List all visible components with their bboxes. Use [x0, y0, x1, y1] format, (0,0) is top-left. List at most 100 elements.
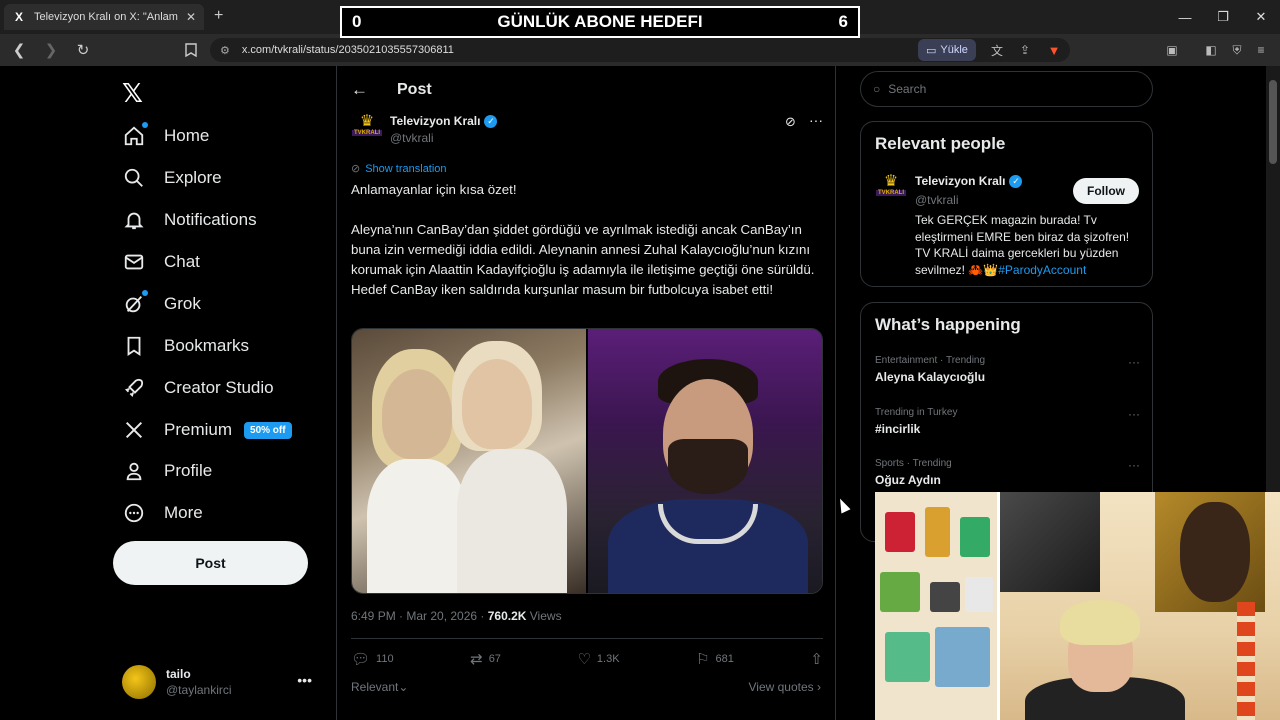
show-translation-link[interactable]: ⊘ Show translation — [351, 162, 447, 176]
page-title: Post — [397, 81, 432, 98]
search-box[interactable]: ○ — [860, 71, 1153, 107]
grok-explain-icon[interactable]: ⊘ — [785, 114, 796, 130]
relevant-person-name: Televizyon Kralı — [915, 174, 1006, 188]
relevant-people-panel: Relevant people ♛ TVKRALI Televizyon Kra… — [860, 121, 1153, 287]
post-timestamp[interactable]: 6:49 PM · Mar 20, 2026 · — [351, 609, 488, 623]
trend-name: #incirlik — [875, 422, 921, 436]
goal-right-count: 6 — [838, 12, 848, 31]
relevant-person-name-row[interactable]: Televizyon Kralı ✓ — [915, 174, 1023, 188]
nav-item-creator-studio[interactable]: Creator Studio — [122, 370, 274, 406]
author-avatar[interactable]: ♛ TVKRALI — [351, 114, 383, 144]
bookmark-page-icon[interactable] — [180, 37, 202, 63]
repost-button[interactable]: ⇄ 67 — [470, 650, 501, 668]
back-icon[interactable]: ❮ — [6, 37, 32, 63]
nav-item-home[interactable]: Home — [122, 118, 209, 154]
more-icon[interactable]: ••• — [297, 672, 312, 688]
more-icon[interactable]: ··· — [1128, 458, 1140, 472]
nav-item-notifications[interactable]: Notifications — [122, 202, 257, 238]
views-count: 760.2K — [487, 609, 527, 623]
share-icon[interactable]: ⇪ — [1016, 41, 1034, 59]
mouse-cursor — [835, 496, 851, 514]
upload-button[interactable]: ▭ Yükle — [918, 39, 976, 61]
main-column: ← Post ♛ TVKRALI Televizyon Kralı ✓ @tvk… — [336, 66, 836, 720]
new-tab-icon[interactable]: + — [214, 7, 223, 25]
account-switcher[interactable]: tailo @taylankirci ••• — [122, 664, 322, 700]
show-translation-label: Show translation — [365, 162, 447, 175]
nav-item-more[interactable]: More — [122, 495, 203, 531]
sort-replies-dropdown[interactable]: Relevant⌄ — [351, 680, 408, 694]
site-info-icon[interactable]: ⚙ — [220, 44, 230, 57]
maximize-icon[interactable]: ❐ — [1204, 0, 1242, 34]
grok-icon — [122, 290, 148, 316]
verified-badge-icon: ✓ — [1009, 174, 1023, 188]
author-name: Televizyon Kralı — [390, 114, 481, 128]
avatar — [122, 665, 156, 699]
reload-icon[interactable]: ↻ — [70, 37, 96, 63]
post-actions: 💬︎ 110 ⇄ 67 ♡ 1.3K ⚐ 681 ⇧ — [351, 650, 823, 668]
post-text-body: Aleyna’nın CanBay’dan şiddet gördüğü ve … — [351, 222, 815, 297]
reply-count: 110 — [376, 653, 394, 665]
like-button[interactable]: ♡ 1.3K — [577, 650, 619, 668]
trend-item[interactable]: Trending in Turkey #incirlik ··· — [875, 407, 1140, 436]
relevant-person-bio: Tek GERÇEK magazin burada! Tv eleştirmen… — [915, 212, 1143, 278]
nav-item-bookmarks[interactable]: Bookmarks — [122, 328, 249, 364]
notification-dot — [142, 122, 148, 128]
reply-icon: 💬︎ — [351, 651, 371, 668]
relevant-person-handle[interactable]: @tvkrali — [915, 193, 959, 207]
close-tab-icon[interactable]: ✕ — [186, 10, 196, 24]
nav-item-chat[interactable]: Chat — [122, 244, 200, 280]
traffic-cone — [1237, 602, 1255, 720]
vpn-icon[interactable]: ⛨ — [1228, 41, 1246, 59]
more-icon[interactable]: ··· — [809, 112, 823, 128]
sidebar-icon[interactable]: ◧ — [1202, 41, 1220, 59]
views-label: Views — [526, 609, 562, 623]
window-controls: — ❐ ✕ — [1166, 0, 1280, 34]
reply-button[interactable]: 💬︎ 110 — [351, 650, 394, 668]
cast-icon[interactable]: ▣ — [1163, 41, 1181, 59]
author-handle[interactable]: @tvkrali — [390, 131, 434, 145]
post-button[interactable]: Post — [113, 541, 308, 585]
photo-two-women[interactable] — [352, 329, 586, 593]
author-avatar[interactable]: ♛ TVKRALI — [875, 174, 907, 204]
bookmark-button[interactable]: ⚐ 681 — [696, 650, 734, 668]
bio-hashtag[interactable]: #ParodyAccount — [998, 263, 1086, 277]
upload-label: Yükle — [940, 44, 968, 56]
more-circle-icon — [122, 501, 146, 525]
person-icon — [122, 459, 146, 483]
mail-icon — [122, 250, 146, 274]
trend-category: Trending in Turkey — [875, 407, 958, 418]
bookmark-icon: ⚐ — [696, 651, 710, 668]
nav-item-profile[interactable]: Profile — [122, 453, 212, 489]
browser-tab[interactable]: X Televizyon Kralı on X: "Anlamaya ✕ — [4, 4, 204, 30]
scrollbar-thumb[interactable] — [1269, 80, 1277, 164]
trend-item[interactable]: Entertainment · Trending Aleyna Kalaycıo… — [875, 355, 1140, 384]
author-name-row[interactable]: Televizyon Kralı ✓ — [390, 114, 498, 128]
photo-man-psg-jersey[interactable] — [588, 329, 822, 593]
notification-dot — [142, 290, 148, 296]
toy-shelf — [875, 492, 1000, 720]
back-arrow-icon[interactable]: ← — [351, 80, 368, 100]
menu-icon[interactable]: ≡ — [1252, 41, 1270, 59]
post-media[interactable] — [351, 328, 823, 594]
x-logo-icon[interactable]: 𝕏 — [122, 78, 143, 109]
poster — [1000, 492, 1100, 592]
nav-item-grok[interactable]: Grok — [122, 286, 201, 322]
brave-shield-icon[interactable]: ▼ — [1045, 41, 1063, 59]
close-window-icon[interactable]: ✕ — [1242, 0, 1280, 34]
monitor-icon: ▭ — [926, 44, 937, 57]
view-quotes-link[interactable]: View quotes › — [749, 680, 822, 694]
translate-icon[interactable]: 文 — [988, 41, 1006, 59]
trend-item[interactable]: Sports · Trending Oğuz Aydın ··· — [875, 458, 1140, 487]
subscriber-goal-banner: 0 GÜNLÜK ABONE HEDEFI 6 — [340, 6, 860, 38]
minimize-icon[interactable]: — — [1166, 0, 1204, 34]
follow-button[interactable]: Follow — [1073, 178, 1139, 204]
search-input[interactable] — [888, 82, 1119, 96]
nav-item-explore[interactable]: Explore — [122, 160, 222, 196]
share-button[interactable]: ⇧ — [810, 650, 823, 668]
nav-label: Profile — [164, 461, 213, 480]
more-icon[interactable]: ··· — [1128, 355, 1140, 369]
more-icon[interactable]: ··· — [1128, 407, 1140, 421]
forward-icon[interactable]: ❯ — [38, 37, 64, 63]
nav-item-premium[interactable]: Premium 50% off — [122, 412, 292, 448]
left-sidebar: 𝕏 Home Explore Notifications Chat Grok B… — [112, 66, 332, 720]
